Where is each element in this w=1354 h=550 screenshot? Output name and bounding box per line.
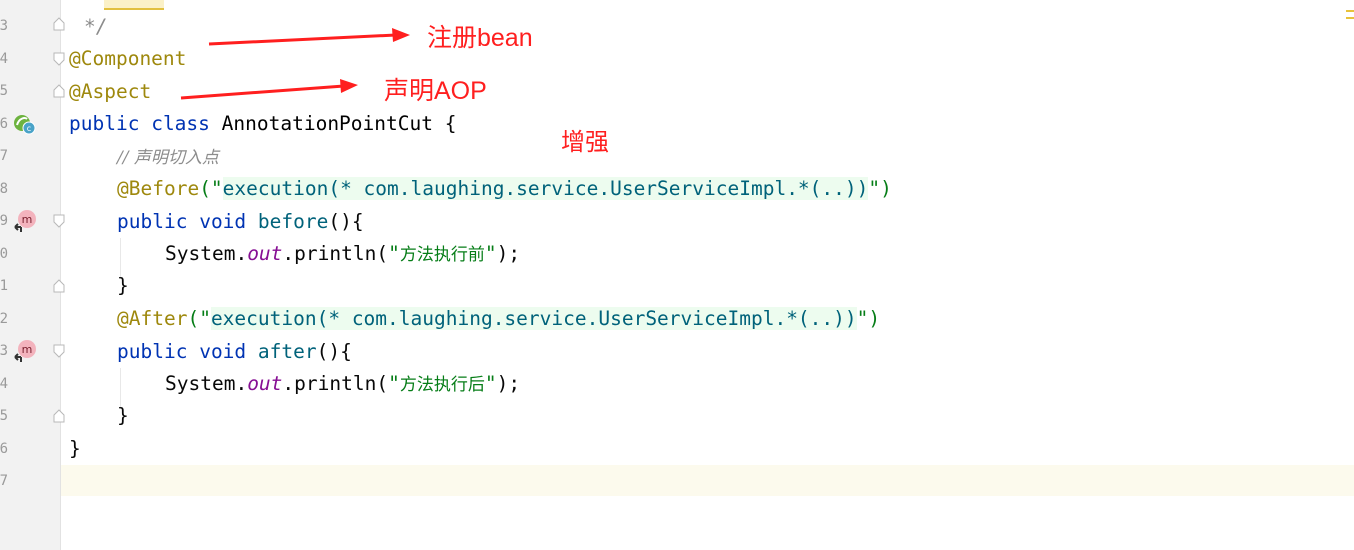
annotation-arrows (180, 28, 410, 100)
arrow-register-bean (208, 28, 410, 46)
annotation-register-bean: 注册bean (427, 24, 533, 52)
annotation-enhance: 增强 (561, 129, 609, 156)
arrow-declare-aop (180, 79, 358, 100)
annotation-declare-aop: 声明AOP (384, 77, 487, 105)
